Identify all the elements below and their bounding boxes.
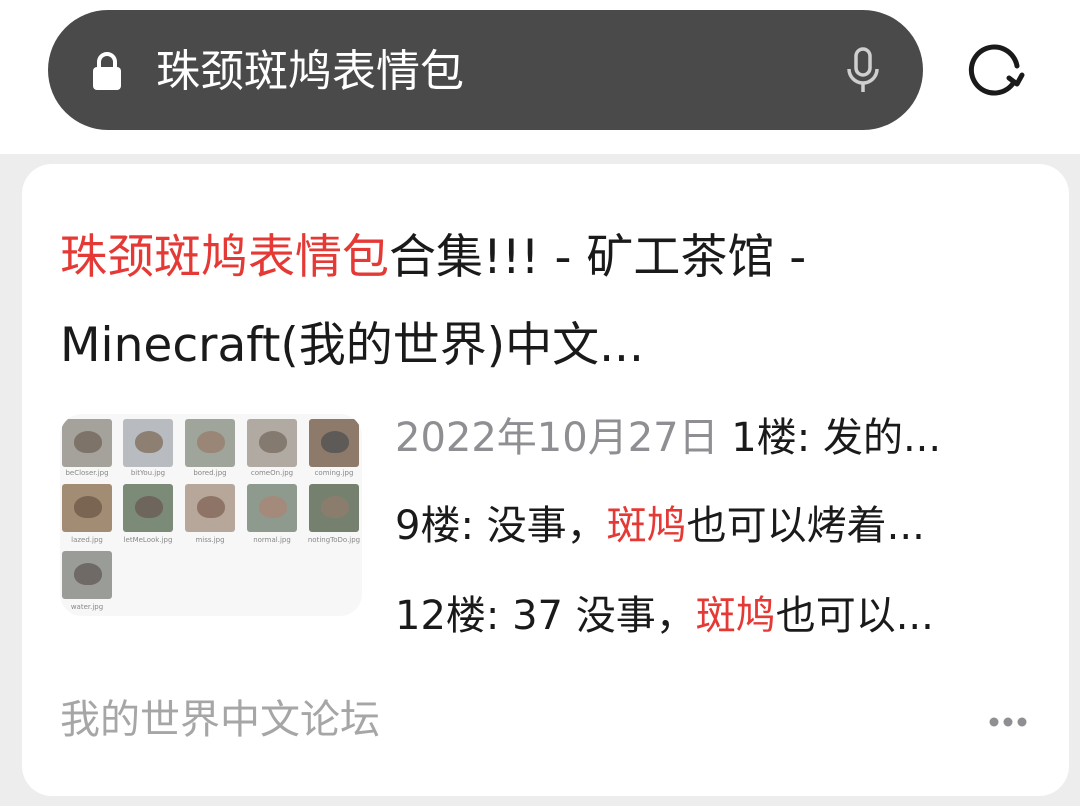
- thumbnail-tile: [185, 484, 235, 532]
- search-result-card[interactable]: 珠颈斑鸠表情包合集!!! - 矿工茶馆 - Minecraft(我的世界)中文..…: [22, 164, 1069, 796]
- lock-icon: [93, 52, 121, 90]
- thumbnail-tile: [247, 484, 297, 532]
- snippet-text: 12楼: 37 没事，: [395, 593, 696, 639]
- more-dots-icon[interactable]: [988, 716, 1028, 728]
- thumbnail-label: lazed.jpg: [71, 536, 103, 544]
- thumbnail-label: comeOn.jpg: [250, 469, 294, 477]
- title-rest: 合集!!! - 矿工茶馆 -: [389, 230, 807, 285]
- thumbnail-label: letMeLook.jpg: [123, 536, 173, 544]
- thumbnail-label: bitYou.jpg: [130, 469, 166, 477]
- thumbnail-label: notingToDo.jpg: [307, 536, 361, 544]
- result-title[interactable]: 珠颈斑鸠表情包合集!!! - 矿工茶馆 - Minecraft(我的世界)中文..…: [60, 214, 1030, 390]
- thumbnail-label: beCloser.jpg: [65, 469, 109, 477]
- thumbnail-tile: [123, 419, 173, 467]
- thumbnail-label: normal.jpg: [253, 536, 291, 544]
- snippet-text: 9楼: 没事，: [395, 503, 607, 549]
- snippet-text: 也可以烤着...: [686, 503, 925, 549]
- thumbnail-tile: [309, 419, 359, 467]
- snippet-text: 也可以...: [775, 593, 934, 639]
- thumbnail-tile: [309, 484, 359, 532]
- thumbnail-tile: [62, 551, 112, 599]
- post-date: 2022年10月27日: [395, 415, 719, 461]
- thumbnail-label: miss.jpg: [195, 536, 225, 544]
- result-source[interactable]: 我的世界中文论坛: [60, 692, 380, 748]
- snippet-line-3: 12楼: 37 没事，斑鸠也可以...: [395, 588, 934, 644]
- mic-icon[interactable]: [845, 47, 881, 95]
- snippet-highlight: 斑鸠: [606, 503, 687, 549]
- search-input[interactable]: 珠颈斑鸠表情包: [156, 40, 464, 104]
- refresh-icon[interactable]: [962, 40, 1028, 106]
- snippet-highlight: 斑鸠: [695, 593, 776, 639]
- title-highlight: 珠颈斑鸠表情包: [60, 230, 389, 285]
- thumbnail-label: bored.jpg: [193, 469, 227, 477]
- thumbnail-tile: [247, 419, 297, 467]
- result-thumbnail[interactable]: beCloser.jpg bitYou.jpg bored.jpg comeOn…: [60, 414, 362, 616]
- title-line-2: Minecraft(我的世界)中文...: [60, 318, 644, 373]
- thumbnail-tile: [62, 419, 112, 467]
- thumbnail-tile: [62, 484, 112, 532]
- thumbnail-tile: [185, 419, 235, 467]
- thumbnail-label: coming.jpg: [314, 469, 354, 477]
- snippet-line-1: 2022年10月27日 1楼: 发的...: [395, 410, 941, 466]
- thumbnail-label: water.jpg: [70, 603, 104, 611]
- thumbnail-tile: [123, 484, 173, 532]
- snippet-text: 1楼: 发的...: [718, 415, 942, 461]
- snippet-line-2: 9楼: 没事，斑鸠也可以烤着...: [395, 498, 925, 554]
- top-bar: 珠颈斑鸠表情包: [0, 0, 1080, 154]
